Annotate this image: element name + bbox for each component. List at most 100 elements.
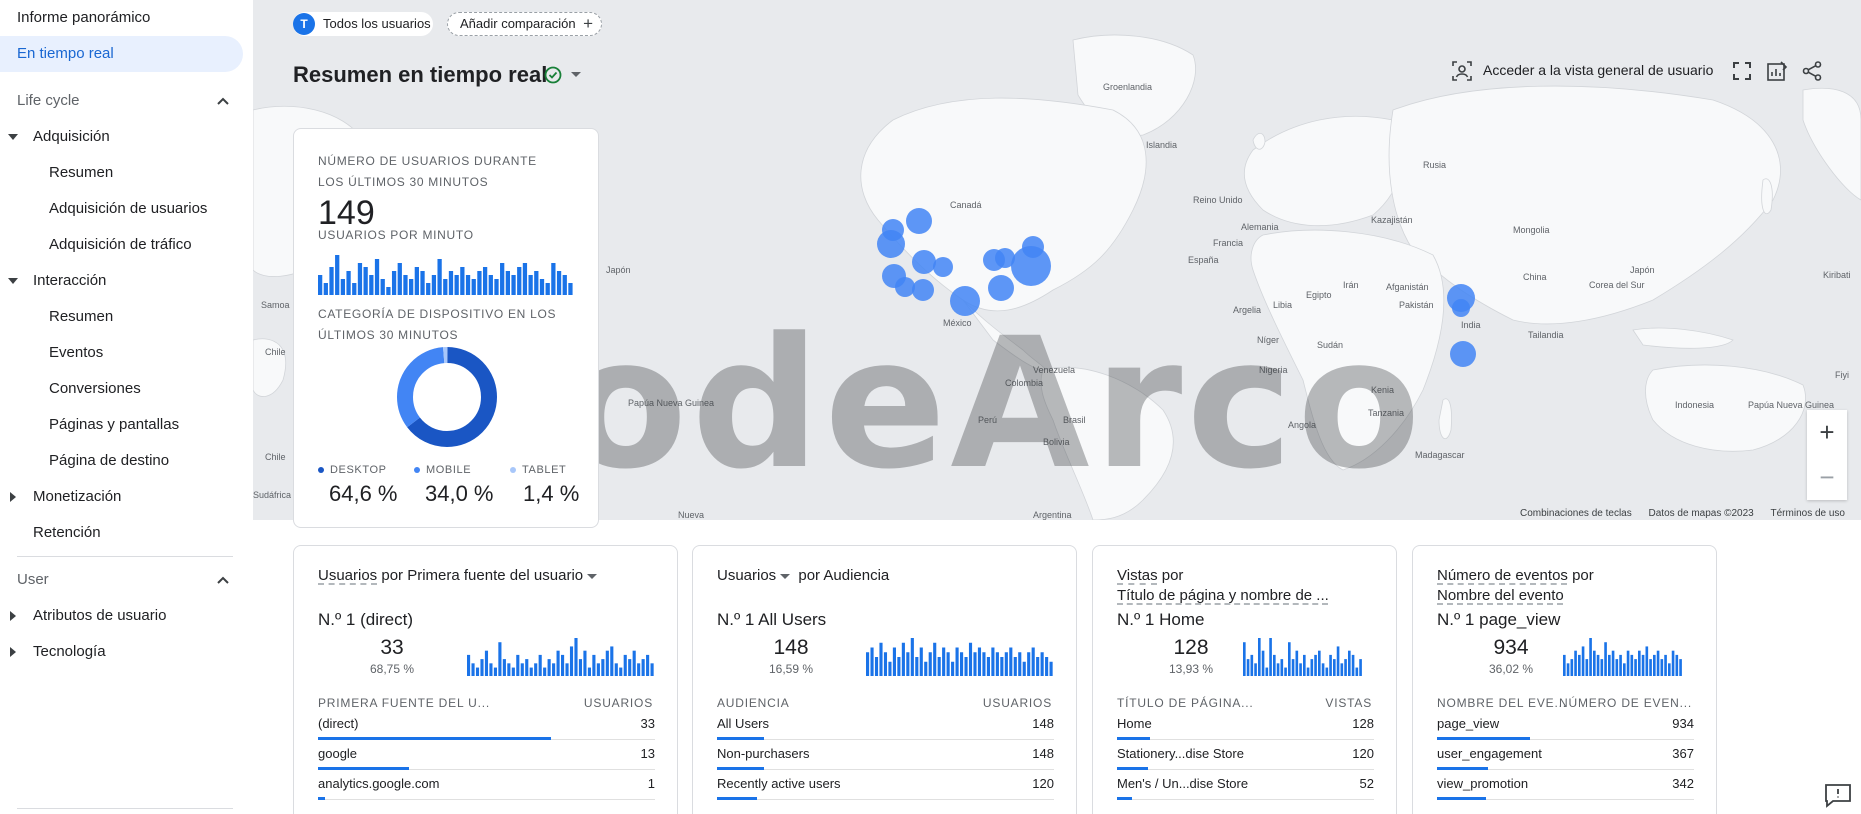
mini-bar[interactable] [1013,657,1017,676]
mini-bar-chart[interactable] [467,636,655,676]
minute-bar[interactable] [352,283,357,295]
mini-bar-chart[interactable] [1243,636,1363,676]
mini-bar[interactable] [578,659,583,676]
minute-bar[interactable] [448,271,454,295]
mini-bar[interactable] [534,663,538,676]
minute-bar[interactable] [482,267,488,295]
minute-bar[interactable] [505,271,510,295]
mini-bar[interactable] [1243,642,1246,676]
mini-bar[interactable] [1641,654,1645,676]
minute-bar[interactable] [534,271,539,295]
sidebar-item-adq-resumen[interactable]: Resumen [49,155,113,191]
mini-bar[interactable] [1596,654,1600,676]
minute-bar[interactable] [500,263,505,295]
mini-bar[interactable] [525,659,529,676]
table-row[interactable]: (direct) 33 [318,710,655,740]
mini-bar[interactable] [897,657,901,676]
mini-bar[interactable] [1660,659,1664,676]
location-bubble[interactable] [1452,299,1470,317]
mini-bar[interactable] [866,652,870,676]
mini-bar[interactable] [888,661,892,676]
mini-bar[interactable] [1009,647,1013,677]
mini-bar[interactable] [986,657,990,676]
check-circle-icon[interactable] [543,65,563,85]
fullscreen-icon[interactable] [1731,60,1753,82]
sidebar-group-interaccion[interactable]: Interacción [0,263,253,299]
mini-bar[interactable] [1645,646,1649,676]
mini-bar[interactable] [1615,659,1619,676]
mini-bar[interactable] [1604,642,1607,676]
dropdown-caret-icon[interactable] [571,72,581,77]
mini-bar[interactable] [906,652,910,676]
location-bubble[interactable] [895,277,915,297]
mini-bar[interactable] [1018,652,1022,676]
minute-bar[interactable] [517,267,522,295]
location-bubble[interactable] [912,250,936,274]
mini-bar[interactable] [1288,642,1291,676]
mini-bar[interactable] [1000,657,1004,676]
mini-bar[interactable] [1566,663,1570,676]
mini-bar[interactable] [1578,654,1581,676]
device-donut-chart[interactable] [394,344,500,450]
minute-bar[interactable] [511,275,516,295]
minute-bar[interactable] [340,279,346,295]
mini-bar[interactable] [529,667,533,676]
mini-bar[interactable] [910,638,914,676]
location-bubble[interactable] [906,208,932,234]
mini-bar[interactable] [933,642,937,676]
minute-bar[interactable] [409,279,414,295]
minute-bar[interactable] [426,283,431,295]
location-bubble[interactable] [988,275,1014,301]
minute-bar[interactable] [443,279,448,295]
mini-bar[interactable] [1246,659,1250,676]
table-row[interactable]: Stationery...dise Store 120 [1117,740,1374,770]
minute-bar[interactable] [363,267,368,295]
mini-bar[interactable] [565,663,569,676]
mini-bar[interactable] [1273,654,1276,676]
mini-bar[interactable] [1045,657,1049,676]
mini-bar[interactable] [892,647,896,677]
mini-bar[interactable] [467,654,471,676]
minute-bar[interactable] [454,275,459,295]
mini-bar[interactable] [1295,650,1299,676]
mini-bar[interactable] [1344,659,1347,676]
mini-bar[interactable] [610,646,614,676]
mini-bar[interactable] [1276,663,1280,676]
mini-bar[interactable] [587,667,591,676]
minute-bar[interactable] [556,271,562,295]
mini-bar[interactable] [1619,654,1622,676]
table-row[interactable]: Home 128 [1117,710,1374,740]
user-view-icon[interactable] [1451,60,1473,82]
location-bubble[interactable] [1450,341,1476,367]
minute-bar[interactable] [357,263,363,295]
mini-bar[interactable] [1600,659,1604,676]
table-row[interactable]: user_engagement 367 [1437,740,1694,770]
mini-bar[interactable] [1027,652,1031,676]
sidebar-item-eventos[interactable]: Eventos [49,335,103,371]
minute-bar[interactable] [380,279,385,295]
mini-bar[interactable] [1303,654,1306,676]
minute-bar[interactable] [346,271,351,295]
minute-bar[interactable] [488,275,493,295]
mini-bar[interactable] [1668,663,1671,676]
mini-bar[interactable] [623,654,627,676]
mini-bar[interactable] [1004,652,1008,676]
sidebar-item-retencion[interactable]: Retención [33,515,101,551]
sidebar-group-atributos[interactable]: Atributos de usuario [0,598,253,634]
mini-bar[interactable] [592,654,596,676]
mini-bar[interactable] [937,657,941,676]
mini-bar[interactable] [502,659,506,676]
minute-bar[interactable] [431,275,437,295]
mini-bar[interactable] [1623,663,1626,676]
mini-bar[interactable] [915,657,919,676]
dropdown-caret-icon[interactable] [587,573,598,579]
mini-bar[interactable] [1351,654,1355,676]
metric-selector[interactable]: Vistas [1117,567,1158,584]
table-row[interactable]: Men's / Un...dise Store 52 [1117,770,1374,800]
feedback-icon[interactable] [1823,782,1853,808]
table-row[interactable]: All Users 148 [717,710,1054,740]
mini-bar[interactable] [946,652,950,676]
minute-bar[interactable] [568,283,573,295]
map-footer-terms-link[interactable]: Términos de uso [1771,508,1845,519]
mini-bar[interactable] [574,638,578,676]
